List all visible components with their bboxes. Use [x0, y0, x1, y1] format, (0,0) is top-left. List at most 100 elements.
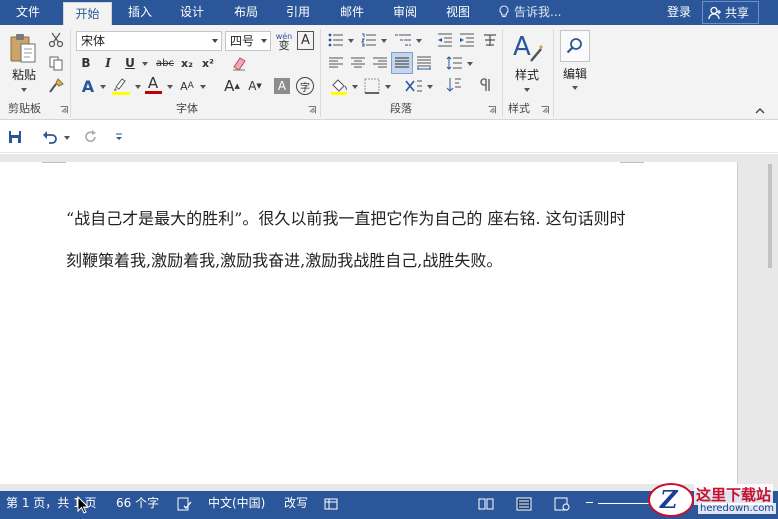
decrease-indent-button[interactable]	[436, 31, 454, 49]
redo-button[interactable]	[82, 128, 100, 146]
document-page[interactable]: “战自己才是最大的胜利”。很久以前我一直把它作为自己的 座右铭. 这句话则时刻鞭…	[0, 162, 738, 484]
increase-indent-button[interactable]	[458, 31, 476, 49]
tab-mailings[interactable]: 邮件	[330, 0, 374, 25]
tab-file[interactable]: 文件	[0, 0, 56, 25]
highlight-color-button[interactable]	[110, 75, 132, 97]
clear-formatting-button[interactable]	[229, 53, 249, 73]
paste-button[interactable]	[6, 31, 40, 65]
undo-icon	[43, 131, 57, 144]
language-indicator[interactable]: 中文(中国)	[208, 491, 265, 519]
grow-font-button[interactable]: A ▲	[223, 76, 241, 96]
share-button[interactable]: 共享	[702, 1, 759, 24]
editing-dropdown-arrow[interactable]	[572, 86, 578, 90]
magnifier-icon	[566, 38, 582, 54]
align-center-button[interactable]	[349, 54, 367, 72]
bullets-button[interactable]	[327, 31, 345, 49]
customize-qat-button[interactable]	[114, 130, 124, 144]
document-paragraph[interactable]: “战自己才是最大的胜利”。很久以前我一直把它作为自己的 座右铭. 这句话则时刻鞭…	[66, 198, 636, 282]
chinese-layout-button[interactable]	[482, 31, 498, 49]
numbering-button[interactable]	[360, 31, 378, 49]
tell-me-box[interactable]: 告诉我...	[498, 0, 561, 25]
multilevel-list-icon	[395, 34, 411, 46]
macro-record-icon[interactable]	[324, 497, 338, 511]
character-border-button[interactable]: A	[297, 31, 314, 50]
chevron-down-icon[interactable]	[261, 39, 267, 43]
text-effects-button[interactable]: A	[78, 76, 98, 96]
character-shading-button[interactable]: A	[274, 78, 290, 94]
editing-button[interactable]	[560, 30, 590, 62]
align-left-button[interactable]	[327, 54, 345, 72]
styles-dropdown-arrow[interactable]	[524, 88, 530, 92]
superscript-button[interactable]: x²	[200, 54, 216, 72]
show-formatting-button[interactable]	[477, 76, 495, 94]
italic-button[interactable]: I	[100, 54, 116, 72]
styles-gallery-button[interactable]: A	[510, 30, 544, 64]
vertical-scrollbar[interactable]	[768, 164, 772, 268]
subscript-button[interactable]: x₂	[179, 54, 195, 72]
font-size-combo[interactable]: 四号	[225, 31, 271, 51]
dialog-launcher-icon[interactable]	[488, 106, 496, 114]
numbering-dropdown-arrow[interactable]	[381, 39, 387, 43]
shrink-font-button[interactable]: A ▼	[246, 76, 264, 96]
shading-button[interactable]	[329, 76, 349, 96]
proofing-icon[interactable]	[177, 497, 193, 511]
collapse-ribbon-icon[interactable]	[755, 107, 765, 114]
tab-design[interactable]: 设计	[170, 0, 214, 25]
tab-insert[interactable]: 插入	[118, 0, 162, 25]
tab-review[interactable]: 审阅	[383, 0, 427, 25]
font-size-value: 四号	[230, 34, 255, 48]
multilevel-list-button[interactable]	[393, 31, 413, 49]
align-left-icon	[329, 57, 343, 68]
web-layout-icon[interactable]	[554, 497, 570, 511]
highlight-dropdown-arrow[interactable]	[135, 85, 141, 89]
font-name-combo[interactable]: 宋体	[76, 31, 222, 51]
sort-button[interactable]	[445, 76, 463, 94]
justify-button[interactable]	[391, 52, 413, 74]
lightbulb-icon	[499, 5, 509, 18]
login-link[interactable]: 登录	[667, 0, 691, 25]
format-painter-button[interactable]	[46, 76, 66, 96]
underline-button[interactable]: U	[122, 54, 138, 72]
borders-dropdown-arrow[interactable]	[385, 85, 391, 89]
paste-dropdown-arrow[interactable]	[21, 88, 27, 92]
phonetic-guide-button[interactable]: wén 变	[275, 30, 293, 52]
change-case-dropdown-arrow[interactable]	[200, 85, 206, 89]
print-layout-icon[interactable]	[516, 497, 532, 511]
underline-dropdown-arrow[interactable]	[142, 62, 148, 66]
watermark-url: heredown.com	[698, 503, 777, 514]
strikethrough-button[interactable]: abc	[155, 54, 175, 72]
dialog-launcher-icon[interactable]	[541, 106, 549, 114]
tab-layout[interactable]: 布局	[224, 0, 268, 25]
multilevel-dropdown-arrow[interactable]	[416, 39, 422, 43]
read-mode-icon[interactable]	[478, 497, 494, 511]
save-button[interactable]	[6, 128, 24, 146]
distributed-button[interactable]	[415, 54, 433, 72]
chevron-down-icon[interactable]	[212, 39, 218, 43]
overtype-mode[interactable]: 改写	[284, 491, 308, 519]
bullets-dropdown-arrow[interactable]	[348, 39, 354, 43]
cut-button[interactable]	[46, 30, 66, 50]
undo-dropdown-arrow[interactable]	[64, 136, 70, 140]
borders-button[interactable]	[362, 76, 382, 96]
enclose-characters-button[interactable]: 字	[296, 77, 314, 95]
dialog-launcher-icon[interactable]	[60, 106, 68, 114]
line-spacing-button[interactable]	[445, 54, 463, 72]
line-spacing-dropdown-arrow[interactable]	[467, 62, 473, 66]
align-right-button[interactable]	[371, 54, 389, 72]
tab-view[interactable]: 视图	[436, 0, 480, 25]
tab-references[interactable]: 引用	[276, 0, 320, 25]
change-case-button[interactable]: AA	[176, 76, 198, 96]
shading-dropdown-arrow[interactable]	[352, 85, 358, 89]
tab-home[interactable]: 开始	[63, 2, 112, 25]
dialog-launcher-icon[interactable]	[308, 106, 316, 114]
asian-layout-dropdown-arrow[interactable]	[427, 85, 433, 89]
copy-button[interactable]	[46, 53, 66, 73]
zoom-out-button[interactable]	[586, 502, 593, 503]
asian-layout-button[interactable]	[402, 76, 424, 96]
word-count[interactable]: 66 个字	[116, 491, 159, 519]
text-effects-dropdown-arrow[interactable]	[100, 85, 106, 89]
font-color-dropdown-arrow[interactable]	[167, 85, 173, 89]
bold-button[interactable]: B	[78, 54, 94, 72]
undo-button[interactable]	[40, 128, 60, 146]
font-color-button[interactable]: A	[143, 74, 163, 96]
